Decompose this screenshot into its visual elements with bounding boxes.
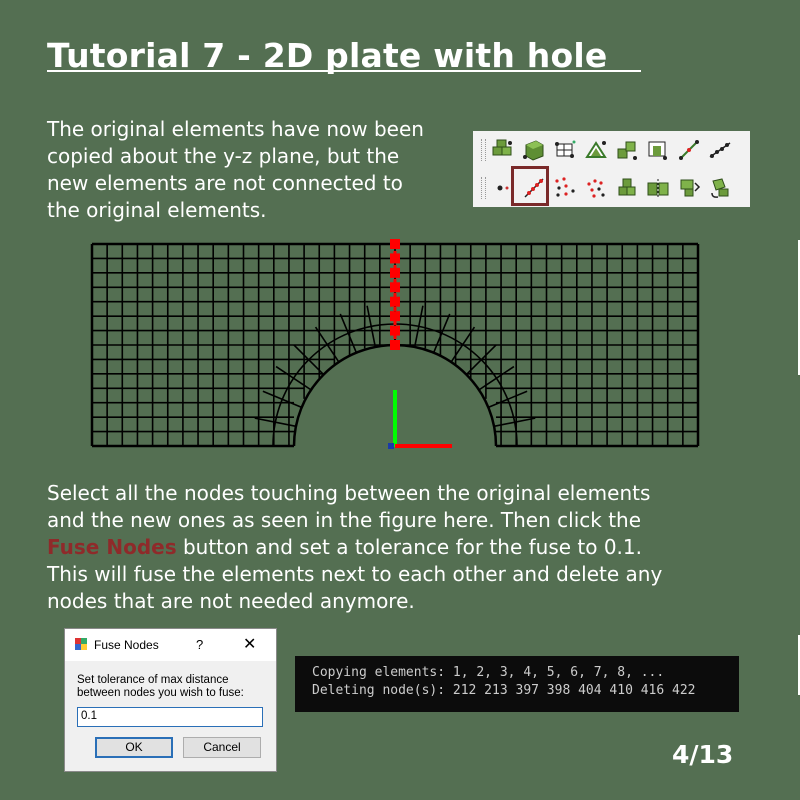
- dialog-title: Fuse Nodes: [94, 638, 159, 652]
- dialog-message: Set tolerance of max distance between no…: [77, 674, 244, 699]
- selected-node: [390, 325, 400, 336]
- fuse-nodes-highlight: Fuse Nodes: [47, 535, 177, 559]
- dialog-titlebar: Fuse Nodes ? ✕: [65, 629, 276, 661]
- axis-origin: [388, 443, 394, 449]
- selected-node: [390, 340, 400, 350]
- ok-button[interactable]: OK: [95, 737, 173, 758]
- selected-node: [390, 311, 400, 322]
- instructions-paragraph: Select all the nodes touching between th…: [47, 480, 767, 615]
- fuse-nodes-dialog: Fuse Nodes ? ✕ Set tolerance of max dist…: [64, 628, 277, 772]
- console-line: Copying elements: 1, 2, 3, 4, 5, 6, 7, 8…: [312, 665, 665, 680]
- selected-node: [390, 296, 400, 307]
- console-line: Deleting node(s): 212 213 397 398 404 41…: [312, 683, 696, 698]
- selected-node: [390, 282, 400, 293]
- selected-nodes: [390, 239, 400, 350]
- console-output: Copying elements: 1, 2, 3, 4, 5, 6, 7, 8…: [295, 656, 739, 712]
- close-button[interactable]: ✕: [243, 634, 256, 654]
- help-button[interactable]: ?: [196, 637, 203, 652]
- page-number: 4/13: [672, 740, 734, 769]
- dialog-body: Set tolerance of max distance between no…: [65, 661, 276, 771]
- instructions-text-1: Select all the nodes touching between th…: [47, 481, 651, 532]
- cancel-button[interactable]: Cancel: [183, 737, 261, 758]
- selected-node: [390, 239, 400, 249]
- app-icon: [75, 638, 87, 650]
- selected-node: [390, 267, 400, 278]
- selected-node: [390, 253, 400, 264]
- tolerance-input[interactable]: 0.1: [77, 707, 263, 727]
